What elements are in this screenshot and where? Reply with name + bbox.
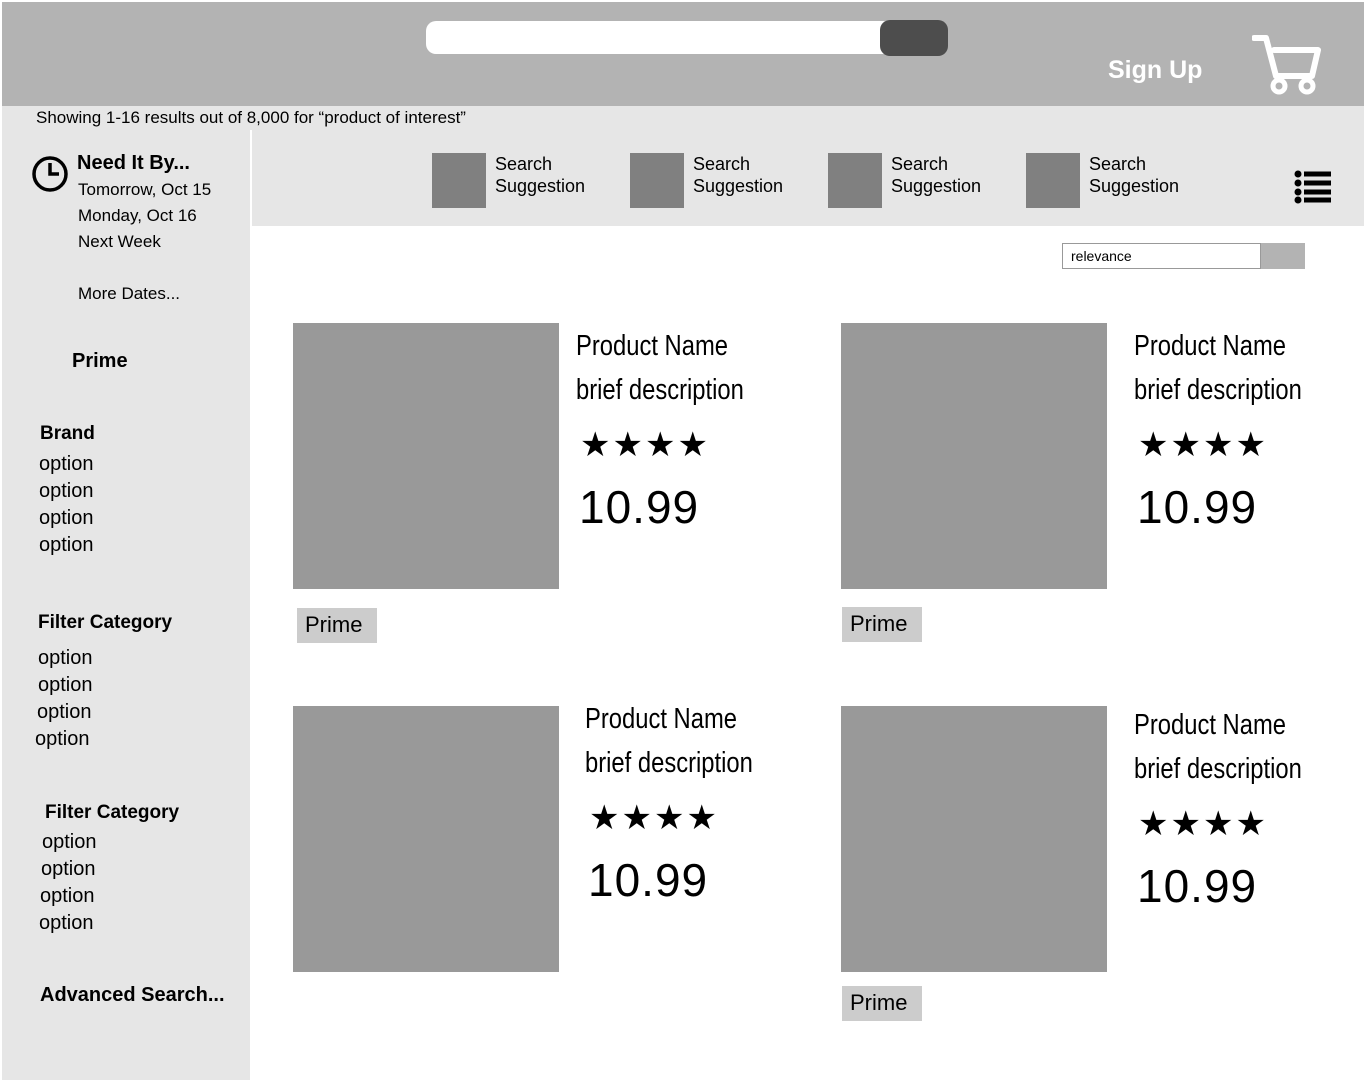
product-name[interactable]: Product Name xyxy=(1134,324,1302,368)
date-option-tomorrow[interactable]: Tomorrow, Oct 15 xyxy=(78,180,211,200)
rating-stars: ★★★★ xyxy=(589,799,719,837)
search-input[interactable] xyxy=(426,21,906,54)
filter-option[interactable]: option xyxy=(37,701,92,724)
filter-option[interactable]: option xyxy=(39,912,94,935)
advanced-search-link[interactable]: Advanced Search... xyxy=(40,984,225,1007)
clock-icon xyxy=(32,156,68,192)
top-header: Sign Up xyxy=(2,2,1364,106)
search-results-page: Sign Up Showing 1-16 results out of 8,00… xyxy=(0,0,1366,1080)
suggestion-label: Suggestion xyxy=(693,176,784,196)
date-option-monday[interactable]: Monday, Oct 16 xyxy=(78,206,197,226)
filter-option[interactable]: option xyxy=(35,728,90,751)
suggestion-label: Search xyxy=(1089,154,1147,174)
suggestion-image xyxy=(828,153,882,208)
sort-dropdown-button[interactable] xyxy=(1261,243,1305,269)
product-description: brief description xyxy=(585,747,753,779)
suggestion-image xyxy=(432,153,486,208)
filter-option[interactable]: option xyxy=(42,831,97,854)
product-description: brief description xyxy=(1134,374,1302,406)
product-description: brief description xyxy=(1134,753,1302,785)
list-view-icon[interactable] xyxy=(1294,170,1332,204)
suggestion-label: Search xyxy=(693,154,751,174)
date-option-next-week[interactable]: Next Week xyxy=(78,232,161,252)
brand-heading: Brand xyxy=(40,423,95,444)
product-image[interactable] xyxy=(293,323,559,589)
suggestion-label: Suggestion xyxy=(891,176,982,196)
search-suggestion[interactable]: Search Suggestion xyxy=(1026,153,1189,208)
search-suggestion[interactable]: Search Suggestion xyxy=(432,153,595,208)
sign-up-link[interactable]: Sign Up xyxy=(1108,56,1202,85)
suggestion-image xyxy=(630,153,684,208)
filter-sidebar xyxy=(2,130,250,1080)
product-price: 10.99 xyxy=(1137,481,1258,533)
filter-option[interactable]: option xyxy=(41,858,96,881)
product-image[interactable] xyxy=(841,323,1107,589)
filter-option[interactable]: option xyxy=(38,647,93,670)
search-suggestion[interactable]: Search Suggestion xyxy=(630,153,793,208)
filter-option[interactable]: option xyxy=(40,885,95,908)
sort-select[interactable]: relevance xyxy=(1062,243,1261,269)
prime-badge: Prime xyxy=(842,986,922,1021)
rating-stars: ★★★★ xyxy=(580,426,710,464)
cart-icon[interactable] xyxy=(1252,32,1322,96)
product-price: 10.99 xyxy=(588,854,709,906)
product-name[interactable]: Product Name xyxy=(576,324,744,368)
more-dates-link[interactable]: More Dates... xyxy=(78,284,180,304)
brand-option[interactable]: option xyxy=(39,507,94,530)
prime-badge: Prime xyxy=(842,607,922,642)
prime-filter[interactable]: Prime xyxy=(72,350,128,373)
rating-stars: ★★★★ xyxy=(1138,426,1268,464)
filter-option[interactable]: option xyxy=(38,674,93,697)
suggestion-image xyxy=(1026,153,1080,208)
suggestion-label: Search xyxy=(891,154,949,174)
suggestion-label: Suggestion xyxy=(495,176,586,196)
product-name[interactable]: Product Name xyxy=(1134,703,1302,747)
product-name[interactable]: Product Name xyxy=(585,697,753,741)
prime-badge: Prime xyxy=(297,608,377,643)
product-price: 10.99 xyxy=(579,481,700,533)
suggestion-label: Search xyxy=(495,154,553,174)
filter-category-heading: Filter Category xyxy=(38,612,173,633)
search-button[interactable] xyxy=(880,20,948,56)
brand-option[interactable]: option xyxy=(39,480,94,503)
brand-option[interactable]: option xyxy=(39,453,94,476)
search-suggestion[interactable]: Search Suggestion xyxy=(828,153,991,208)
product-price: 10.99 xyxy=(1137,860,1258,912)
filter-category-heading: Filter Category xyxy=(45,802,180,823)
results-count-text: Showing 1-16 results out of 8,000 for “p… xyxy=(36,108,466,127)
brand-option[interactable]: option xyxy=(39,534,94,557)
product-image[interactable] xyxy=(841,706,1107,972)
need-it-by-heading: Need It By... xyxy=(77,152,190,174)
rating-stars: ★★★★ xyxy=(1138,805,1268,843)
suggestion-label: Suggestion xyxy=(1089,176,1180,196)
product-image[interactable] xyxy=(293,706,559,972)
product-description: brief description xyxy=(576,374,744,406)
search-suggestions-bar xyxy=(252,130,1364,226)
